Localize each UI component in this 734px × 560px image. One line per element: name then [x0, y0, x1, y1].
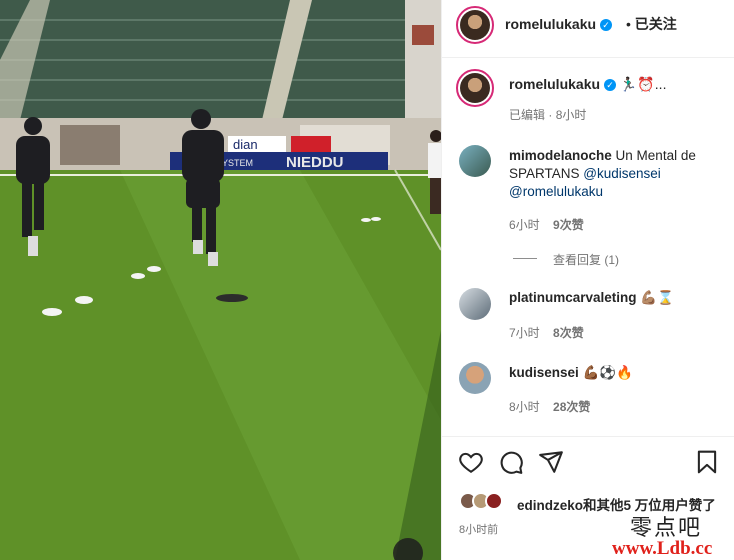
comment-body: platinumcarvaleting 💪🏽⌛: [509, 290, 674, 306]
liker-avatar: [485, 492, 503, 510]
post-media[interactable]: dian NIEDDU YSTEM: [0, 0, 441, 560]
comment-time: 7小时: [509, 326, 540, 340]
share-icon[interactable]: [538, 449, 564, 475]
view-replies-button[interactable]: 查看回复 (1): [553, 251, 619, 268]
svg-text:dian: dian: [233, 137, 258, 152]
svg-text:YSTEM: YSTEM: [222, 158, 253, 168]
caption-author[interactable]: romelulukaku: [509, 76, 600, 92]
comment-avatar[interactable]: [459, 145, 491, 177]
comment-likes[interactable]: 9次赞: [553, 218, 584, 232]
follow-status[interactable]: • 已关注: [626, 14, 677, 34]
mention-link[interactable]: @romelulukaku: [509, 184, 603, 199]
comment-text: 💪🏾⚽🔥: [582, 365, 633, 380]
post-side-panel: romelulukaku ✓ • 已关注 romelulukaku ✓ 🏃🏿‍♂️⏰…: [441, 0, 734, 560]
watermark-url: www.Ldb.cc: [612, 538, 713, 559]
post-timestamp[interactable]: 8小时前: [459, 521, 498, 537]
header-author-name[interactable]: romelulukaku: [505, 16, 596, 32]
verified-badge-icon: ✓: [600, 19, 613, 31]
caption-meta: 已编辑 · 8小时: [509, 108, 587, 122]
stadium-scene: dian NIEDDU YSTEM: [0, 0, 441, 560]
edited-label: 已编辑: [509, 108, 546, 122]
comment-user[interactable]: kudisensei: [509, 365, 579, 380]
header-author[interactable]: romelulukaku ✓: [505, 16, 613, 32]
actions-divider: [442, 436, 734, 437]
comment-icon[interactable]: [498, 449, 524, 475]
comment-likes[interactable]: 28次赞: [553, 400, 590, 414]
comment-time: 6小时: [509, 218, 540, 232]
header-divider: [442, 57, 734, 58]
video-control-button[interactable]: [393, 538, 423, 560]
liker-name[interactable]: edindzeko: [517, 498, 583, 513]
comment-likes[interactable]: 8次赞: [553, 326, 584, 340]
verified-badge-icon: ✓: [604, 79, 617, 91]
caption-avatar[interactable]: [456, 69, 494, 107]
bookmark-icon[interactable]: [694, 449, 720, 475]
follow-button[interactable]: 已关注: [635, 16, 677, 32]
comment-meta: 6小时 9次赞: [509, 216, 584, 233]
edited-time: 8小时: [555, 108, 587, 122]
comment-user[interactable]: mimodelanoche: [509, 148, 612, 163]
caption-text: 🏃🏿‍♂️⏰...: [619, 76, 667, 92]
comment-text: Un Mental de: [615, 148, 696, 163]
comment-time: 8小时: [509, 400, 540, 414]
comment-text-cont: SPARTANS: [509, 166, 580, 181]
author-avatar[interactable]: [456, 6, 494, 44]
comment-body: mimodelanoche Un Mental de SPARTANS @kud…: [509, 147, 729, 201]
caption: romelulukaku ✓ 🏃🏿‍♂️⏰...: [509, 76, 666, 93]
comment-avatar[interactable]: [459, 288, 491, 320]
comment-meta: 8小时 28次赞: [509, 398, 590, 415]
comment-avatar[interactable]: [459, 362, 491, 394]
comment-meta: 7小时 8次赞: [509, 324, 584, 341]
comment-body: kudisensei 💪🏾⚽🔥: [509, 365, 633, 381]
heart-icon[interactable]: [458, 449, 484, 475]
replies-line: [513, 258, 537, 259]
mention-link[interactable]: @kudisensei: [583, 166, 661, 181]
banner-text: NIEDDU: [286, 154, 344, 171]
comment-user[interactable]: platinumcarvaleting: [509, 290, 637, 305]
dot-separator: •: [626, 16, 631, 32]
comment-text: 💪🏽⌛: [640, 290, 674, 305]
